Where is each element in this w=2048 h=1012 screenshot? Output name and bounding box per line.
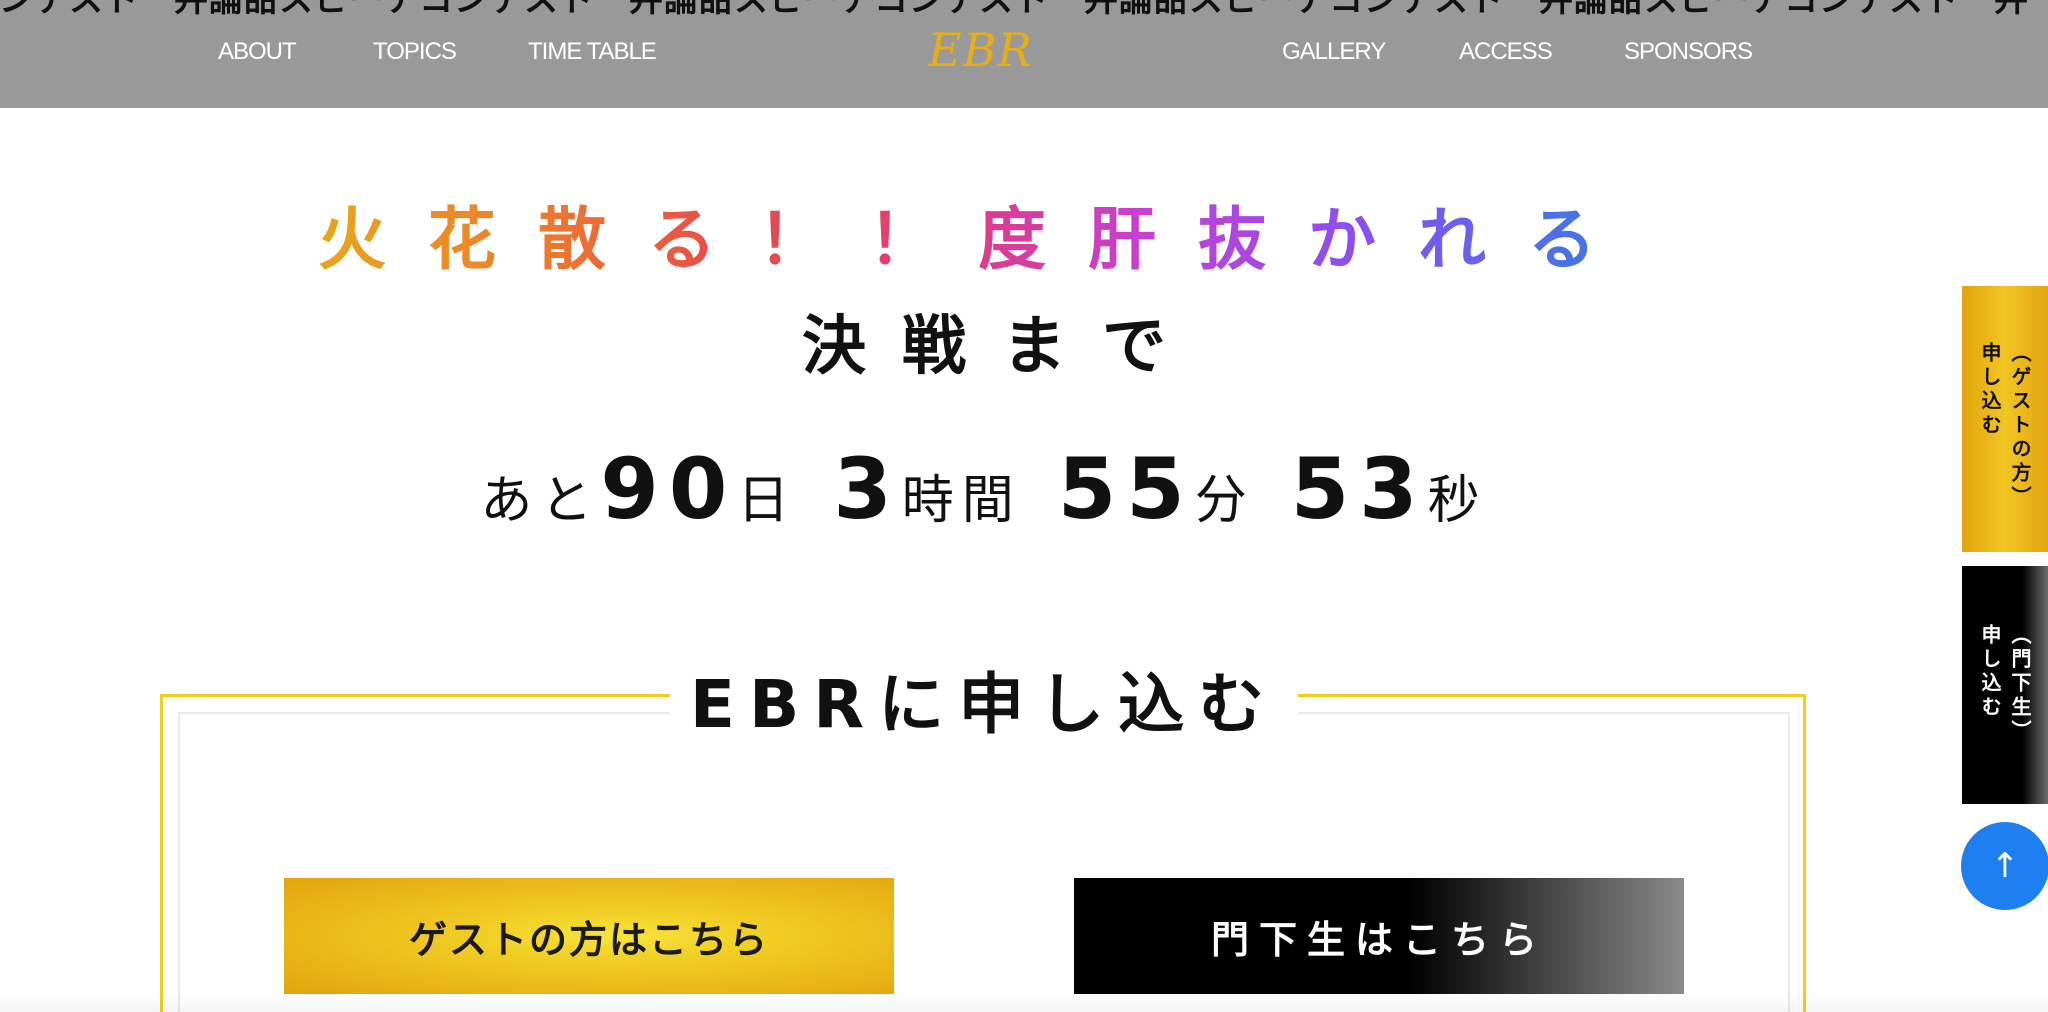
countdown-hours: 3	[833, 440, 902, 538]
nav-sponsors-link[interactable]: SPONSORS	[1624, 36, 1753, 68]
nav-access-link[interactable]: ACCESS	[1459, 36, 1553, 68]
countdown-days-unit: 日	[737, 471, 798, 531]
hero-subhead: 決戦まで	[802, 310, 1202, 384]
nav-topics-link[interactable]: TOPICS	[373, 36, 457, 68]
arrow-up-icon: ↑	[1990, 846, 2020, 886]
countdown-minutes-unit: 分	[1194, 471, 1255, 531]
side-tab-guest-apply[interactable]: （ゲストの方） 申し込む	[1962, 286, 2048, 552]
site-logo[interactable]: EBR	[928, 22, 1048, 78]
countdown-hours-unit: 時間	[901, 471, 1022, 531]
countdown-seconds-unit: 秒	[1427, 471, 1488, 531]
scroll-to-top-button[interactable]: ↑	[1961, 822, 2048, 910]
countdown-timer: あと90日 3時間 55分 53秒	[0, 440, 1968, 540]
page: コンテスト 弁論甜スピーチコンテスト 弁論甜スピーチコンテスト 弁論甜スピーチコ…	[0, 0, 2048, 1012]
marquee-text: コンテスト 弁論甜スピーチコンテスト 弁論甜スピーチコンテスト 弁論甜スピーチコ…	[0, 0, 2029, 20]
guest-apply-button[interactable]: ゲストの方はこちら	[284, 878, 894, 994]
site-header: コンテスト 弁論甜スピーチコンテスト 弁論甜スピーチコンテスト 弁論甜スピーチコ…	[0, 0, 2048, 108]
hero-headline: 火花散る！！度肝抜かれる	[318, 196, 1618, 286]
side-tab-member-apply[interactable]: （門下生） 申し込む	[1962, 566, 2048, 804]
nav-gallery-link[interactable]: GALLERY	[1282, 36, 1386, 68]
apply-section-title: EBRに申し込む	[670, 660, 1298, 750]
nav-about-link[interactable]: ABOUT	[218, 36, 297, 68]
side-tab-guest-line1: （ゲストの方）	[2008, 342, 2032, 510]
side-tab-guest-line2: 申し込む	[1978, 342, 2002, 438]
countdown-seconds: 53	[1290, 440, 1428, 538]
side-tab-member-line1: （門下生）	[2008, 624, 2032, 744]
member-apply-button[interactable]: 門下生はこちら	[1074, 878, 1684, 994]
countdown-minutes: 55	[1057, 440, 1195, 538]
countdown-days: 90	[600, 440, 738, 538]
marquee-banner: コンテスト 弁論甜スピーチコンテスト 弁論甜スピーチコンテスト 弁論甜スピーチコ…	[0, 0, 2048, 22]
nav-timetable-link[interactable]: TIME TABLE	[528, 36, 657, 68]
countdown-prefix: あと	[480, 471, 601, 531]
side-tab-member-line2: 申し込む	[1978, 624, 2002, 720]
